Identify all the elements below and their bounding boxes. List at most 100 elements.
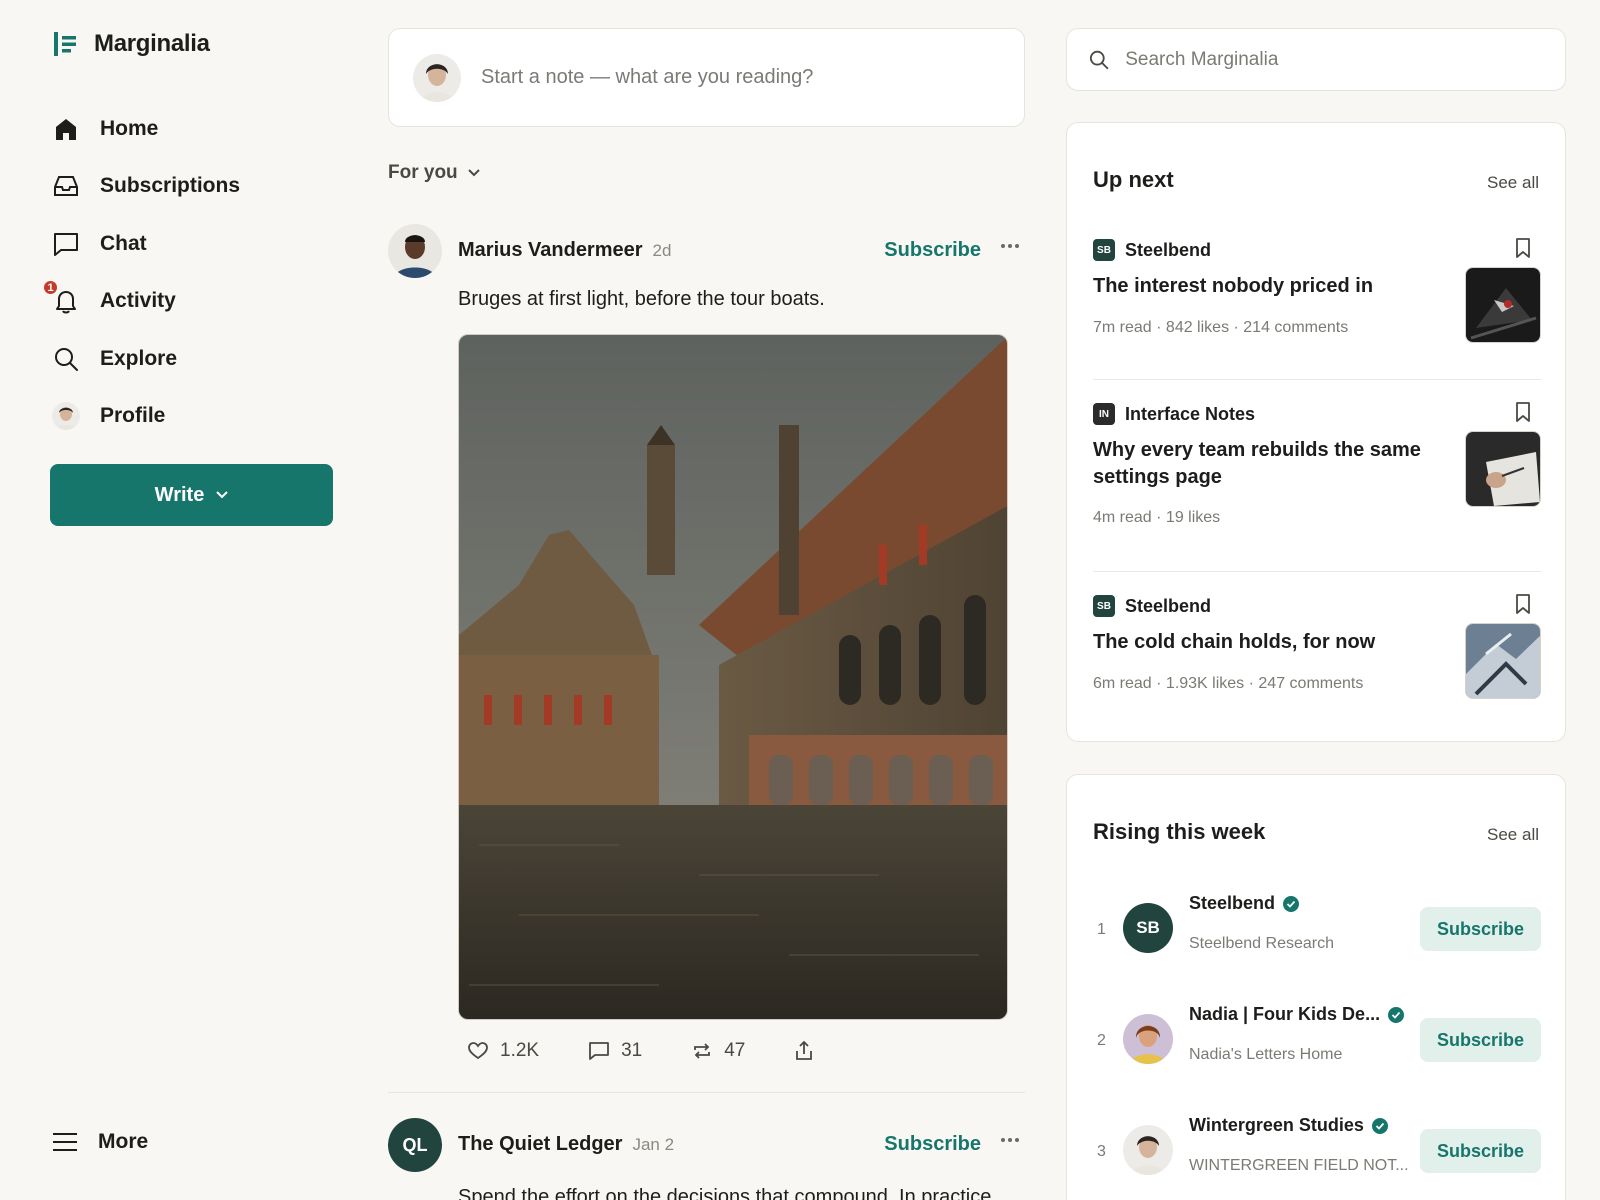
chevron-down-icon <box>467 169 480 177</box>
see-all-link[interactable]: See all <box>1487 173 1539 193</box>
bookmark-icon[interactable] <box>1513 401 1533 423</box>
publication-avatar: SB <box>1123 903 1173 953</box>
nav-item-subscriptions[interactable]: Subscriptions <box>52 158 240 216</box>
nav-item-profile[interactable]: Profile <box>52 388 240 446</box>
see-all-link[interactable]: See all <box>1487 825 1539 845</box>
inbox-icon <box>52 172 80 200</box>
write-button[interactable]: Write <box>50 464 333 526</box>
verified-icon <box>1371 1117 1388 1134</box>
verified-icon <box>1388 1006 1405 1023</box>
subscribe-button[interactable]: Subscribe <box>1420 1018 1541 1062</box>
note-composer[interactable] <box>388 28 1025 127</box>
publication-name: Interface Notes <box>1125 403 1256 424</box>
story-meta: 7m read · 842 likes · 214 comments <box>1093 319 1349 336</box>
post-author[interactable]: The Quiet Ledger <box>458 1133 622 1156</box>
restack-icon <box>694 1043 711 1059</box>
like-button[interactable]: 1.2K <box>468 1040 539 1062</box>
post-author[interactable]: Marius Vandermeer <box>458 239 643 262</box>
post-divider <box>388 1092 1025 1093</box>
post-image[interactable] <box>458 334 1008 1020</box>
search-input[interactable] <box>1125 48 1543 71</box>
rising-item[interactable]: 2 Nadia | Four Kids De... Nadia's Letter… <box>1093 1004 1541 1084</box>
feed-filter-dropdown[interactable]: For you <box>388 162 480 184</box>
rising-item[interactable]: 3 Wintergreen Studies WINTERGREEN FIELD … <box>1093 1115 1541 1195</box>
main-nav: Home Subscriptions Chat 1 Activity Explo… <box>42 100 240 446</box>
publication-subtitle: Steelbend Research <box>1189 935 1334 952</box>
rising-item[interactable]: 1 SB Steelbend Steelbend Research Subscr… <box>1093 893 1541 973</box>
rising-card: Rising this week See all 1 SB Steelbend … <box>1066 774 1566 1200</box>
publication-avatar <box>1123 1125 1173 1175</box>
publication-name: Wintergreen Studies <box>1189 1115 1364 1135</box>
more-menu[interactable]: More <box>52 1130 148 1154</box>
story-publication: SB Steelbend <box>1093 239 1541 261</box>
publication-logo: SB <box>1093 595 1115 617</box>
more-options-icon[interactable] <box>995 1128 1025 1152</box>
app-logo[interactable]: Marginalia <box>52 30 210 58</box>
story-item[interactable]: SB Steelbend The interest nobody priced … <box>1093 237 1541 359</box>
sidebar: Marginalia Home Subscriptions Chat 1 Act… <box>0 0 360 1200</box>
nav-label: Profile <box>100 404 166 428</box>
story-thumbnail <box>1465 431 1541 507</box>
nav-label: Chat <box>100 231 147 255</box>
post-timestamp: Jan 2 <box>632 1135 675 1154</box>
post-actions: 1.2K 31 47 <box>468 1040 863 1062</box>
publication-subtitle: Nadia's Letters Home <box>1189 1046 1343 1063</box>
write-label: Write <box>154 483 205 506</box>
nav-label: Home <box>100 116 159 140</box>
comment-button[interactable]: 31 <box>589 1040 642 1062</box>
subscribe-button[interactable]: Subscribe <box>1420 1129 1541 1173</box>
bookmark-icon[interactable] <box>1513 593 1533 615</box>
publication-subtitle: WINTERGREEN FIELD NOT... <box>1189 1157 1409 1174</box>
bookmark-icon[interactable] <box>1513 237 1533 259</box>
avatar <box>52 402 80 431</box>
publication-avatar <box>1123 1014 1173 1064</box>
post-header: Marius Vandermeer 2d <box>458 239 671 262</box>
story-divider <box>1093 379 1541 380</box>
story-title: The interest nobody priced in <box>1093 275 1374 297</box>
nav-item-explore[interactable]: Explore <box>52 330 240 388</box>
home-icon <box>52 115 80 143</box>
nav-label: Subscriptions <box>100 174 241 198</box>
subscribe-button[interactable]: Subscribe <box>1420 907 1541 951</box>
publication-name: Steelbend <box>1189 893 1276 913</box>
search-icon <box>1089 50 1109 69</box>
nav-item-activity[interactable]: 1 Activity <box>42 273 240 331</box>
verified-icon <box>1283 895 1300 912</box>
more-label: More <box>98 1130 149 1153</box>
nav-item-chat[interactable]: Chat <box>52 215 240 273</box>
post-header: The Quiet Ledger Jan 2 <box>458 1133 674 1156</box>
publication-name: Nadia | Four Kids De... <box>1189 1004 1381 1024</box>
publication-logo: SB <box>1093 239 1115 261</box>
menu-icon <box>53 1133 77 1151</box>
up-next-card: Up next See all SB Steelbend The interes… <box>1066 122 1566 742</box>
like-count: 1.2K <box>500 1040 540 1061</box>
logo-icon <box>54 32 76 56</box>
restack-button[interactable]: 47 <box>692 1040 745 1062</box>
story-meta: 4m read · 19 likes <box>1093 509 1221 526</box>
publication-name-row: Nadia | Four Kids De... <box>1189 1004 1405 1025</box>
author-avatar[interactable]: QL <box>388 1118 442 1172</box>
story-item[interactable]: SB Steelbend The cold chain holds, for n… <box>1093 593 1541 715</box>
subscribe-button[interactable]: Subscribe <box>884 1133 981 1156</box>
more-options-icon[interactable] <box>995 234 1025 258</box>
story-publication: IN Interface Notes <box>1093 403 1541 425</box>
nav-label: Explore <box>100 346 178 370</box>
author-avatar[interactable] <box>388 224 442 278</box>
story-thumbnail <box>1465 267 1541 343</box>
story-meta: 6m read · 1.93K likes · 247 comments <box>1093 675 1364 692</box>
post-text: Bruges at first light, before the tour b… <box>458 288 825 310</box>
share-button[interactable] <box>795 1041 813 1061</box>
subscribe-button[interactable]: Subscribe <box>884 239 981 262</box>
share-icon <box>796 1041 813 1060</box>
restack-count: 47 <box>724 1040 746 1061</box>
story-thumbnail <box>1465 623 1541 699</box>
note-input[interactable] <box>481 66 1000 89</box>
publication-name-row: Wintergreen Studies <box>1189 1115 1388 1136</box>
search-bar[interactable] <box>1066 28 1566 91</box>
story-divider <box>1093 571 1541 572</box>
publication-logo: IN <box>1093 403 1115 425</box>
nav-label: Activity <box>100 289 176 313</box>
story-item[interactable]: IN Interface Notes Why every team rebuil… <box>1093 401 1541 543</box>
chevron-down-icon <box>216 491 229 499</box>
nav-item-home[interactable]: Home <box>52 100 240 158</box>
